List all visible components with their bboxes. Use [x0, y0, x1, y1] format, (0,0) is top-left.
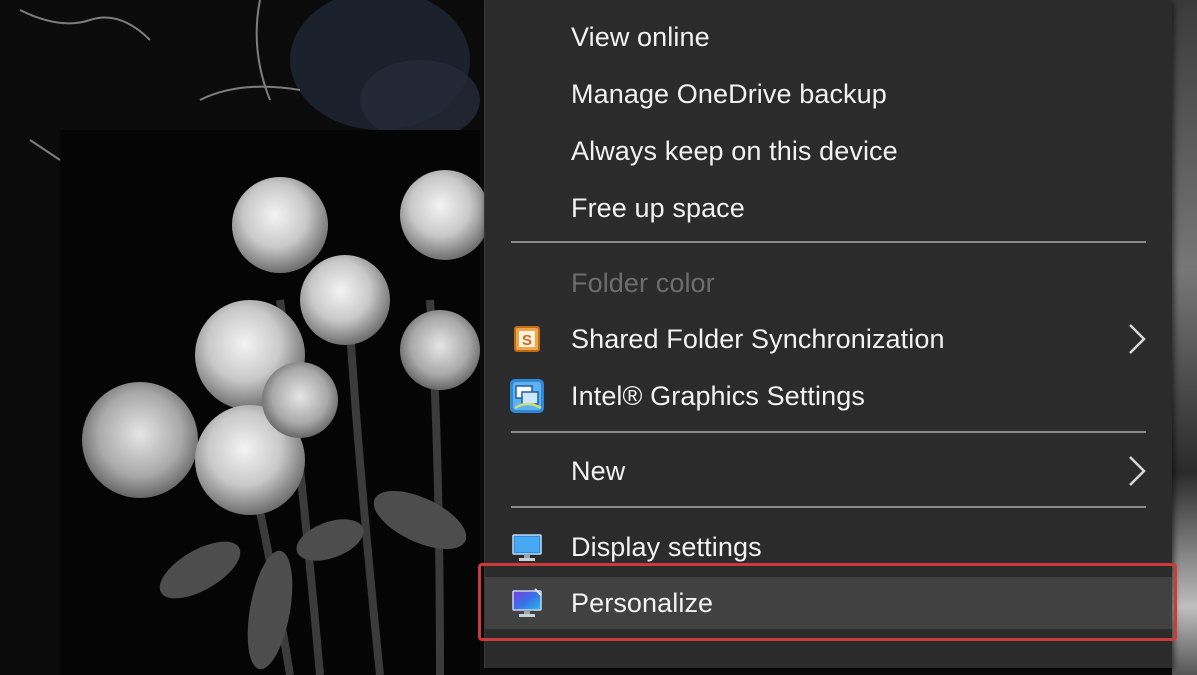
personalize-icon	[512, 588, 542, 617]
menu-item-label: Personalize	[571, 587, 714, 618]
menu-separator	[511, 506, 1146, 508]
menu-item-shared-folder-sync[interactable]: S Shared Folder Synchronization	[485, 313, 1172, 365]
background-window-edge	[1172, 0, 1197, 675]
menu-item-new[interactable]: New	[485, 445, 1172, 497]
menu-item-folder-color: Folder color	[485, 257, 1172, 309]
menu-item-label: Display settings	[571, 531, 762, 562]
menu-item-label: Manage OneDrive backup	[571, 78, 887, 109]
menu-separator	[511, 241, 1146, 243]
menu-item-view-online[interactable]: View online	[485, 11, 1172, 63]
menu-item-free-up-space[interactable]: Free up space	[485, 182, 1172, 234]
menu-item-intel-graphics-settings[interactable]: Intel® Graphics Settings	[485, 370, 1172, 422]
menu-item-label: Free up space	[571, 192, 745, 223]
chevron-right-icon	[1129, 456, 1146, 486]
chevron-right-icon	[1129, 324, 1146, 354]
intel-graphics-icon	[510, 379, 544, 413]
shared-folder-sync-icon: S	[514, 326, 540, 352]
menu-item-manage-onedrive-backup[interactable]: Manage OneDrive backup	[485, 68, 1172, 120]
menu-item-label: Intel® Graphics Settings	[571, 380, 865, 411]
display-settings-icon	[512, 534, 542, 561]
menu-item-label: Always keep on this device	[571, 135, 898, 166]
svg-text:S: S	[522, 332, 532, 349]
menu-item-label: View online	[571, 21, 710, 52]
menu-separator	[511, 431, 1146, 433]
menu-item-personalize[interactable]: Personalize	[485, 577, 1172, 629]
desktop-context-menu: View online Manage OneDrive backup Alway…	[484, 0, 1172, 668]
menu-item-display-settings[interactable]: Display settings	[485, 521, 1172, 573]
menu-item-label: Folder color	[571, 267, 715, 298]
menu-item-label: New	[571, 455, 626, 486]
menu-item-label: Shared Folder Synchronization	[571, 323, 945, 354]
menu-item-always-keep-on-device[interactable]: Always keep on this device	[485, 125, 1172, 177]
